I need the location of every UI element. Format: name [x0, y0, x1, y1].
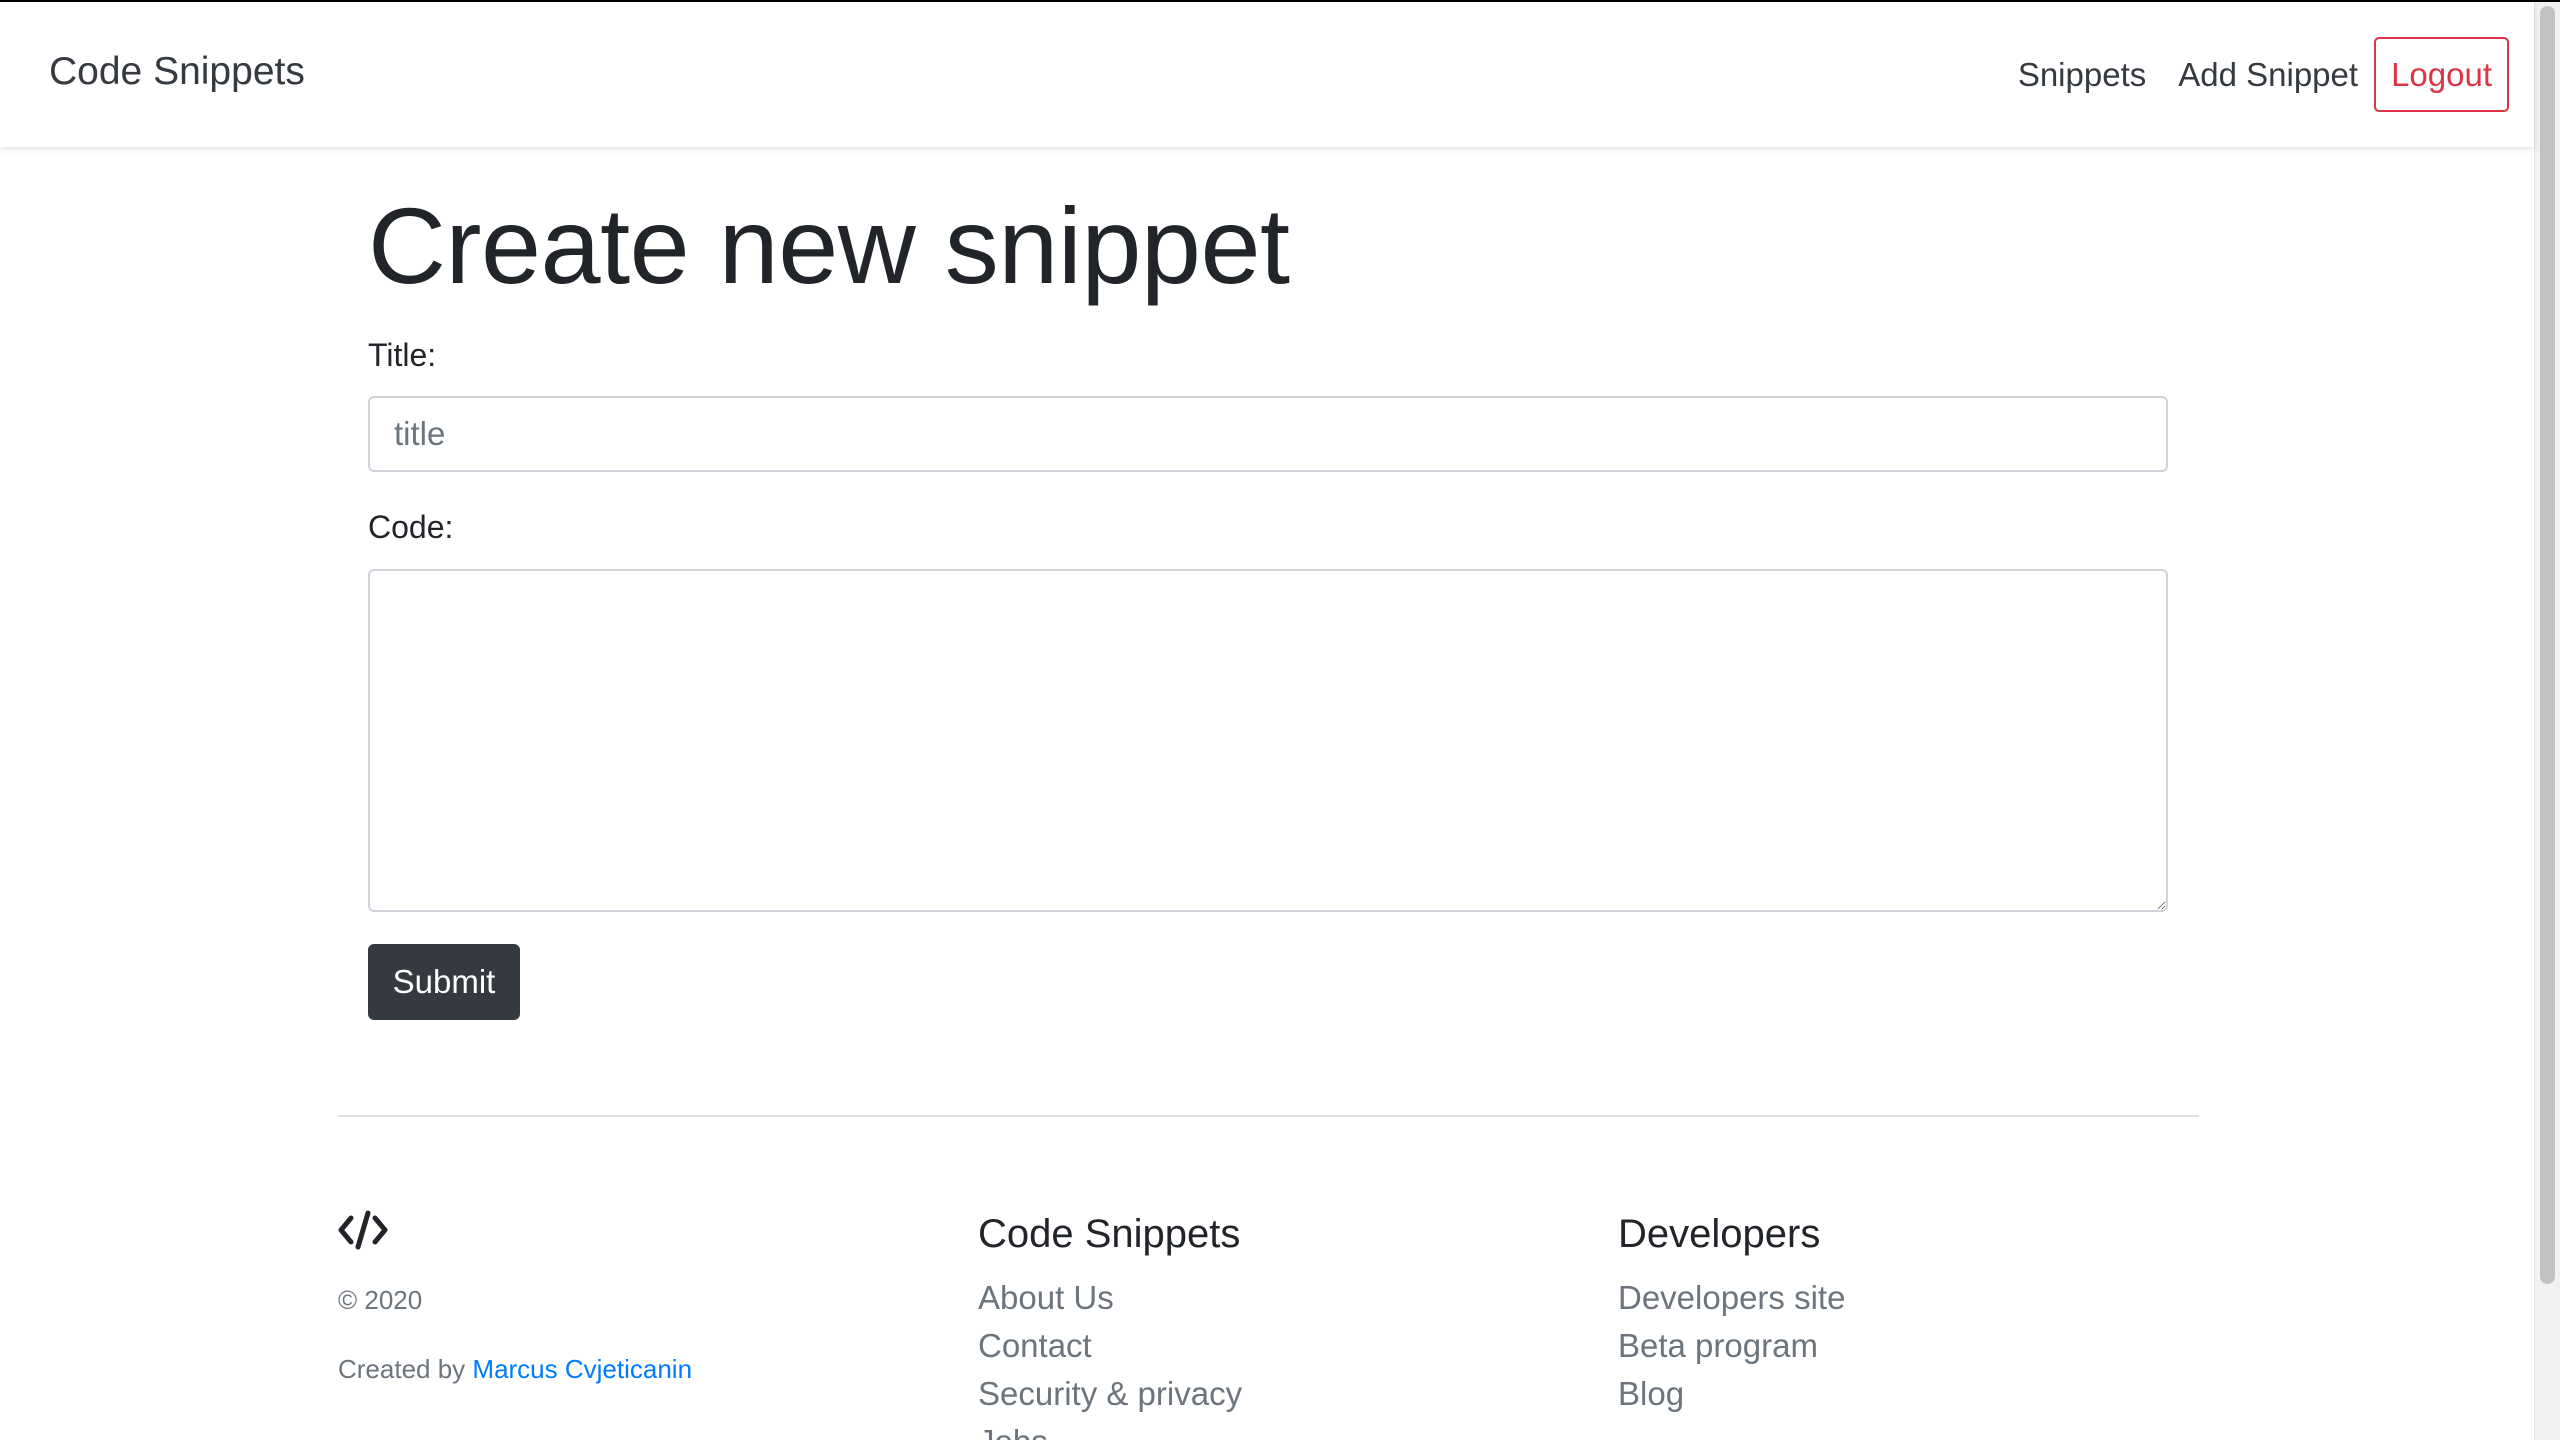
title-label: Title: — [368, 337, 437, 373]
navbar-brand[interactable]: Code Snippets — [49, 50, 305, 94]
vertical-scrollbar[interactable] — [2534, 2, 2560, 1440]
submit-button[interactable]: Submit — [368, 944, 520, 1020]
footer-link-list: Developers site Beta program Blog — [1618, 1279, 1845, 1423]
footer-link-contact[interactable]: Contact — [978, 1327, 1092, 1364]
created-by-text: Created by Marcus Cvjeticanin — [338, 1354, 692, 1385]
code-label: Code: — [368, 509, 454, 545]
footer-link-jobs[interactable]: Jobs — [978, 1423, 1048, 1440]
scrollbar-thumb[interactable] — [2540, 6, 2555, 1284]
top-navbar: Code Snippets Snippets Add Snippet Logou… — [0, 2, 2534, 147]
logout-button[interactable]: Logout — [2374, 37, 2509, 112]
code-textarea[interactable] — [368, 569, 2168, 912]
nav-link-add-snippet[interactable]: Add Snippet — [2178, 56, 2358, 94]
page-title: Create new snippet — [368, 185, 1290, 306]
footer-divider — [338, 1115, 2199, 1117]
footer-link-blog[interactable]: Blog — [1618, 1375, 1684, 1412]
code-brackets-icon — [338, 1210, 388, 1250]
footer-link-beta-program[interactable]: Beta program — [1618, 1327, 1818, 1364]
footer-link-about-us[interactable]: About Us — [978, 1279, 1114, 1316]
nav-link-snippets[interactable]: Snippets — [2018, 56, 2146, 94]
footer-column-code-snippets: Code Snippets About Us Contact Security … — [978, 1212, 1242, 1440]
title-input[interactable] — [368, 396, 2168, 472]
footer-link-developers-site[interactable]: Developers site — [1618, 1279, 1845, 1316]
browser-viewport: Code Snippets Snippets Add Snippet Logou… — [0, 0, 2560, 1440]
navbar-links: Snippets Add Snippet Logout — [2018, 37, 2509, 112]
created-by-prefix: Created by — [338, 1354, 473, 1384]
footer-link-list: About Us Contact Security & privacy Jobs — [978, 1279, 1242, 1440]
copyright-text: © 2020 — [338, 1285, 423, 1315]
footer-link-security-privacy[interactable]: Security & privacy — [978, 1375, 1242, 1412]
footer-column-developers: Developers Developers site Beta program … — [1618, 1212, 1845, 1423]
footer-heading: Code Snippets — [978, 1212, 1241, 1256]
author-link[interactable]: Marcus Cvjeticanin — [472, 1354, 692, 1384]
footer-heading: Developers — [1618, 1212, 1821, 1256]
